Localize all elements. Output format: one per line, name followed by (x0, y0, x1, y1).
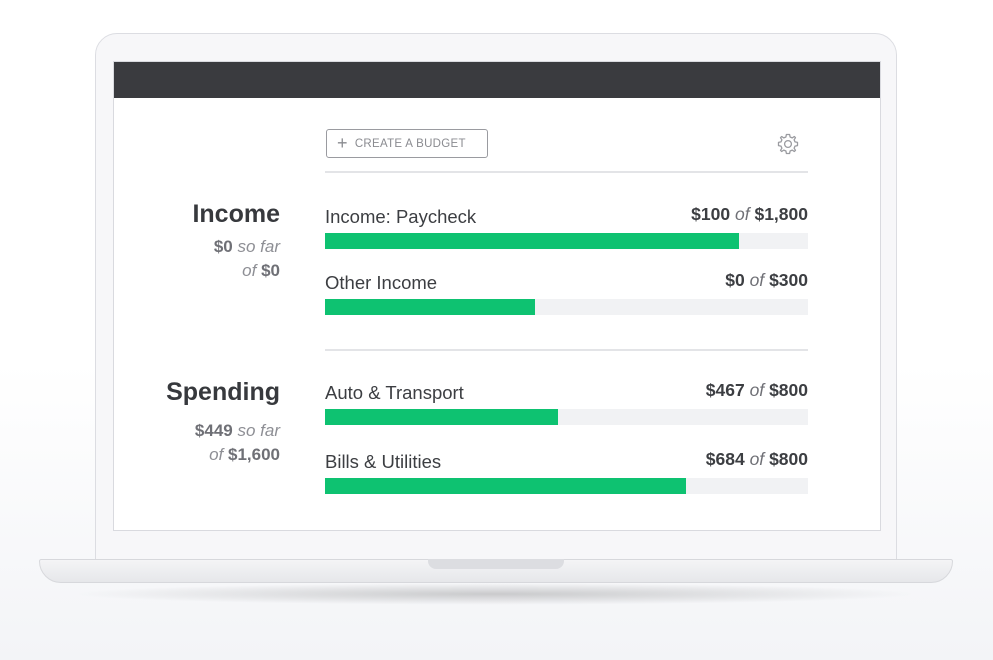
of-text: of (749, 270, 765, 290)
spent-amount: $100 (691, 204, 731, 224)
category-amount: $100 of $1,800 (691, 204, 808, 225)
spent-amount: $684 (705, 449, 745, 469)
progress-track (325, 299, 808, 315)
spending-so-far: $449 so far (195, 419, 280, 443)
budget-amount: $1,800 (754, 204, 808, 224)
plus-icon: + (337, 132, 348, 153)
category-amount: $684 of $800 (706, 449, 808, 470)
spending-total-amount: $1,600 (228, 445, 280, 464)
section-divider (325, 349, 808, 351)
income-title: Income (192, 200, 280, 228)
income-so-far: $0 so far (214, 235, 280, 259)
create-budget-label: CREATE A BUDGET (354, 137, 466, 150)
category-name: Auto & Transport (325, 382, 464, 403)
category-amount: $0 of $300 (725, 270, 808, 291)
budget-amount: $800 (769, 449, 808, 469)
app-top-bar (114, 62, 880, 98)
budget-amount: $300 (769, 270, 808, 290)
spent-amount: $467 (705, 380, 745, 400)
income-total: of $0 (242, 259, 280, 283)
income-so-far-amount: $0 (213, 237, 233, 256)
progress-fill (325, 409, 559, 425)
spending-of-text: of (209, 445, 224, 464)
progress-track (325, 233, 808, 249)
category-amount: $467 of $800 (706, 380, 808, 401)
progress-track (325, 409, 808, 425)
laptop-shadow (70, 583, 920, 605)
income-total-amount: $0 (261, 261, 280, 280)
of-text: of (749, 449, 765, 469)
laptop-notch (428, 559, 564, 569)
budget-amount: $800 (769, 380, 808, 400)
gear-icon[interactable] (776, 132, 800, 156)
spending-so-far-text: so far (237, 421, 280, 440)
spending-total: of $1,600 (209, 443, 280, 467)
spending-title: Spending (166, 378, 280, 406)
progress-fill (325, 233, 739, 249)
category-name: Income: Paycheck (325, 206, 477, 227)
of-text: of (749, 380, 765, 400)
income-so-far-text: so far (237, 237, 280, 256)
of-text: of (734, 204, 750, 224)
progress-fill (325, 478, 686, 494)
create-budget-button[interactable]: + CREATE A BUDGET (326, 129, 488, 158)
progress-track (325, 478, 808, 494)
spent-amount: $0 (725, 270, 745, 290)
spending-so-far-amount: $449 (194, 421, 233, 440)
income-of-text: of (242, 261, 257, 280)
progress-fill (325, 299, 536, 315)
header-divider (325, 171, 808, 173)
category-name: Other Income (325, 272, 438, 293)
category-name: Bills & Utilities (325, 451, 442, 472)
app-screen: + CREATE A BUDGET Income $0 so far of $0… (113, 61, 881, 531)
